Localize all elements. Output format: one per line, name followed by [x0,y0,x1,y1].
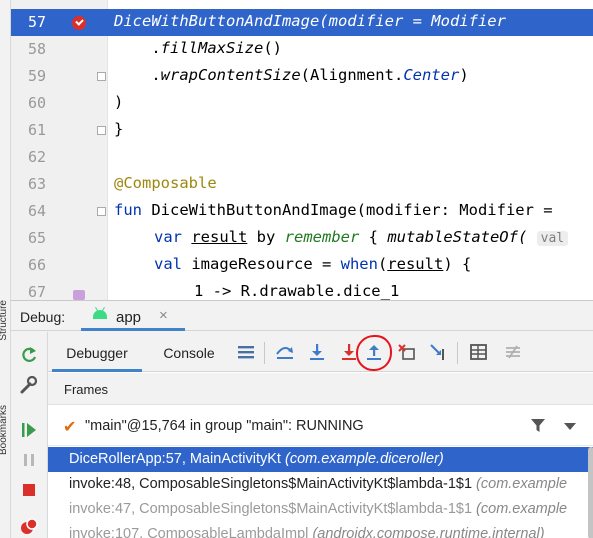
checkmark-icon: ✔ [63,419,77,436]
debug-tool-window: Debug: app × Debugger Console Frames ✔ "… [11,300,593,538]
code-text: DiceWithButtonAndImage(modifier = Modifi… [114,12,506,30]
frame-row[interactable]: invoke:47, ComposableSingletons$MainActi… [48,497,593,522]
code-text: } [114,120,124,138]
code-line[interactable]: 66 val imageResource = when(result) { [11,252,593,279]
tab-console-label: Console [163,345,215,361]
frame-name: invoke:48, ComposableSingletons$MainActi… [69,476,473,492]
chevron-down-icon[interactable] [564,423,576,430]
frame-name: invoke:107, ComposableLambdaImpl [69,526,309,538]
line-number: 59 [27,67,46,85]
code-text: fun DiceWithButtonAndImage(modifier: Mod… [114,201,562,219]
layout-menu-icon[interactable] [236,343,256,361]
breakpoint-icon[interactable] [72,16,86,30]
frame-package: (com.example [476,476,568,492]
code-text: 1 -> R.drawable.dice_1 [194,282,400,300]
debug-side-toolbar [11,332,47,538]
code-line[interactable]: 59 .wrapContentSize(Alignment.Center) [11,63,593,90]
step-over-icon[interactable] [275,343,295,361]
stop-icon[interactable] [19,480,39,500]
fold-marker-icon[interactable] [97,207,106,216]
inlay-hint: val [536,231,569,246]
code-line[interactable]: 63 @Composable [11,171,593,198]
code-line[interactable]: 58 .fillMaxSize() [11,36,593,63]
frames-title: Frames [64,382,109,397]
step-into-icon[interactable] [307,343,327,361]
code-text: .fillMaxSize() [114,39,282,57]
code-line[interactable]: 65 var result by remember { mutableState… [11,225,593,252]
wrench-icon[interactable] [19,375,39,395]
left-tool-strip: Structure Bookmarks [0,0,11,538]
toolbar-separator [457,342,458,364]
thread-label: "main"@15,764 in group "main": RUNNING [85,418,364,434]
code-line-current[interactable]: 57 DiceWithButtonAndImage(modifier = Mod… [11,9,593,36]
frame-row[interactable]: invoke:107, ComposableLambdaImpl (androi… [48,522,593,538]
frame-package: (androidx.compose.runtime.internal) [312,526,545,538]
frame-package: (com.example.diceroller) [284,451,444,467]
line-number: 58 [27,40,46,58]
debug-title: Debug: [20,309,66,325]
pause-icon[interactable] [19,450,39,470]
view-breakpoints-icon[interactable] [19,516,39,536]
frames-header: Frames [48,373,593,405]
code-line[interactable]: 62 [11,144,593,171]
fold-marker-icon[interactable] [97,126,106,135]
line-number: 57 [27,13,46,31]
code-text: @Composable [114,174,217,192]
line-number: 63 [27,175,46,193]
frame-package: (com.example [476,501,568,517]
code-text: val imageResource = when(result) { [154,255,472,273]
resume-icon[interactable] [19,420,39,440]
close-icon[interactable]: × [159,307,168,324]
thread-selector[interactable]: ✔ "main"@15,764 in group "main": RUNNING [48,406,593,446]
annotation-circle [356,335,392,371]
run-config-label: app [116,309,142,326]
code-line[interactable]: 61 } [11,117,593,144]
debugger-main: Debugger Console Frames ✔ "main"@15,764 … [47,332,593,538]
run-config-tab[interactable]: app × [81,301,185,331]
frame-name: DiceRollerApp:57, MainActivityKt [69,451,281,467]
code-text: var result by remember { mutableStateOf(… [154,228,569,246]
trace-current-stream-chain-icon[interactable] [503,343,523,361]
filter-icon[interactable] [530,418,546,433]
code-line[interactable]: 60 ) [11,90,593,117]
frame-name: invoke:47, ComposableSingletons$MainActi… [69,501,473,517]
line-number: 65 [27,229,46,247]
code-line[interactable]: 67 1 -> R.drawable.dice_1 [11,279,593,300]
rerun-icon[interactable] [19,345,39,365]
frames-scrollbar[interactable] [588,447,593,538]
line-number: 64 [27,202,46,220]
toolbar-separator [264,342,265,364]
code-line[interactable]: 64 fun DiceWithButtonAndImage(modifier: … [11,198,593,225]
line-number: 62 [27,148,46,166]
android-icon [93,310,107,319]
tab-console[interactable]: Console [148,332,230,372]
tab-debugger[interactable]: Debugger [52,332,142,372]
composable-gutter-icon [73,290,85,300]
debug-header: Debug: app × [11,301,593,331]
fold-marker-icon[interactable] [97,72,106,81]
line-number: 66 [27,256,46,274]
line-number: 67 [27,283,46,300]
frame-row[interactable]: invoke:48, ComposableSingletons$MainActi… [48,472,593,497]
tab-debugger-label: Debugger [66,345,128,361]
structure-side-tab[interactable]: Structure [0,300,9,341]
code-text: ) [114,93,124,111]
bookmarks-side-tab[interactable]: Bookmarks [0,405,9,455]
line-number: 61 [27,121,46,139]
code-text: .wrapContentSize(Alignment.Center) [114,66,469,84]
evaluate-expression-icon[interactable] [469,343,489,361]
drop-frame-icon[interactable] [397,343,417,361]
code-editor[interactable]: 57 DiceWithButtonAndImage(modifier = Mod… [11,0,593,300]
frame-row[interactable]: DiceRollerApp:57, MainActivityKt (com.ex… [48,447,593,472]
line-number: 60 [27,94,46,112]
run-to-cursor-icon[interactable] [429,343,449,361]
debugger-toolbar: Debugger Console [48,332,593,372]
